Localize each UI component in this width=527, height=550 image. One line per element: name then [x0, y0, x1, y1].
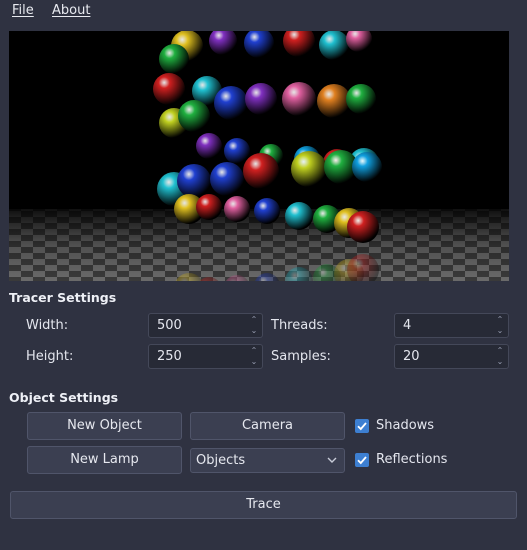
trace-button[interactable]: Trace: [10, 491, 517, 519]
sphere: [352, 152, 382, 182]
sphere: [210, 162, 244, 196]
width-label: Width:: [26, 318, 69, 333]
chevron-up-icon[interactable]: ⌃: [495, 346, 505, 356]
sphere: [178, 100, 210, 132]
new-object-button[interactable]: New Object: [27, 412, 182, 440]
objects-select[interactable]: Objects: [190, 448, 345, 473]
sphere: [243, 153, 279, 189]
object-settings-title: Object Settings: [9, 390, 119, 405]
shadows-label: Shadows: [376, 418, 435, 433]
height-spinbox[interactable]: 250 ⌃ ⌄: [148, 344, 263, 369]
sphere: [317, 84, 351, 118]
reflections-checkbox[interactable]: [355, 453, 369, 467]
sphere: [285, 202, 313, 230]
sphere: [177, 164, 211, 198]
sphere: [224, 196, 250, 222]
sphere: [245, 83, 277, 115]
sphere: [196, 194, 222, 220]
sphere: [153, 73, 185, 105]
reflections-label: Reflections: [376, 452, 448, 467]
sphere: [319, 31, 349, 60]
chevron-up-icon[interactable]: ⌃: [249, 315, 259, 325]
sphere: [159, 44, 189, 74]
height-label: Height:: [26, 349, 74, 364]
menu-bar: File About: [0, 0, 527, 22]
menu-file[interactable]: File: [12, 3, 34, 18]
sphere: [347, 211, 379, 243]
sphere: [214, 86, 248, 120]
check-icon: [357, 456, 367, 465]
camera-button[interactable]: Camera: [190, 412, 345, 440]
chevron-down-icon: [327, 457, 337, 463]
sphere: [254, 198, 280, 224]
samples-value: 20: [403, 349, 420, 364]
shadows-checkbox[interactable]: [355, 419, 369, 433]
sphere: [282, 82, 316, 116]
sphere: [196, 133, 222, 159]
width-spinbox[interactable]: 500 ⌃ ⌄: [148, 313, 263, 338]
threads-label: Threads:: [271, 318, 328, 333]
render-viewport: [9, 31, 509, 281]
chevron-down-icon[interactable]: ⌄: [249, 326, 259, 336]
new-lamp-button[interactable]: New Lamp: [27, 446, 182, 474]
samples-label: Samples:: [271, 349, 331, 364]
check-icon: [357, 422, 367, 431]
threads-spinbox[interactable]: 4 ⌃ ⌄: [394, 313, 509, 338]
sphere: [291, 151, 327, 187]
tracer-settings-title: Tracer Settings: [9, 290, 117, 305]
chevron-down-icon[interactable]: ⌄: [495, 326, 505, 336]
height-value: 250: [157, 349, 182, 364]
width-value: 500: [157, 318, 182, 333]
samples-spinbox[interactable]: 20 ⌃ ⌄: [394, 344, 509, 369]
menu-about[interactable]: About: [52, 3, 90, 18]
chevron-down-icon[interactable]: ⌄: [249, 357, 259, 367]
chevron-up-icon[interactable]: ⌃: [249, 346, 259, 356]
threads-value: 4: [403, 318, 412, 333]
chevron-down-icon[interactable]: ⌄: [495, 357, 505, 367]
chevron-up-icon[interactable]: ⌃: [495, 315, 505, 325]
sphere: [346, 84, 376, 114]
objects-select-value: Objects: [196, 453, 246, 468]
rendered-scene: [9, 31, 509, 281]
sphere: [224, 138, 250, 164]
